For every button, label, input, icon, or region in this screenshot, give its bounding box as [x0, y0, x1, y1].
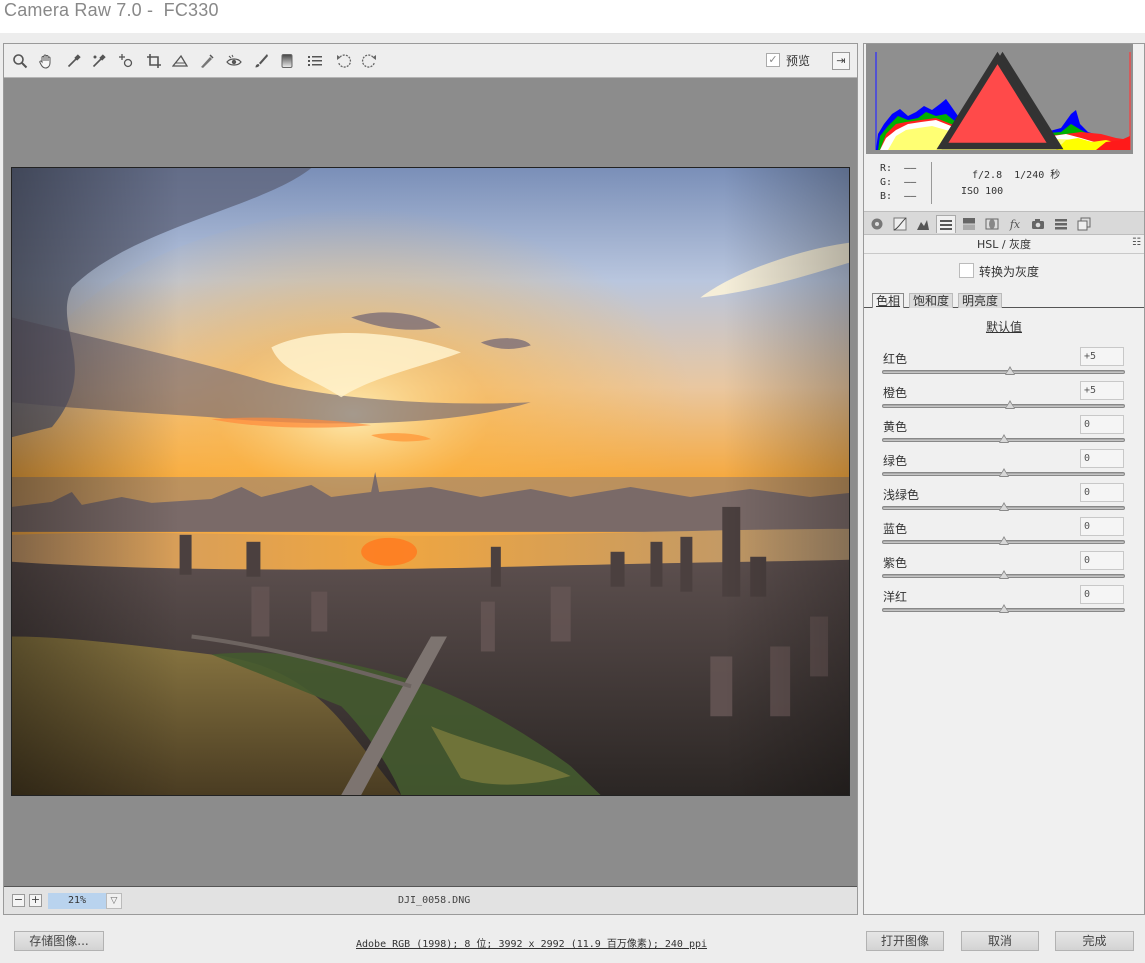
camera-calibration-tab-icon[interactable]	[1028, 215, 1048, 233]
white-balance-tool-icon[interactable]	[65, 52, 83, 70]
panel-title: HSL / 灰度	[976, 238, 1032, 251]
slider-thumb[interactable]	[998, 434, 1009, 443]
camera-info: R: —— G: —— B: —— f/2.8 1/240 秒 ISO 100	[864, 156, 1144, 211]
r-readout: R: ——	[880, 163, 917, 174]
slider-thumb[interactable]	[998, 468, 1009, 477]
hsl-tab-icon[interactable]	[936, 215, 956, 233]
slider-label: 绿色	[883, 454, 908, 468]
slider-thumb[interactable]	[1004, 366, 1015, 375]
slider-value-field[interactable]: +5	[1080, 381, 1124, 400]
hue-slider-row: 橙色 +5	[864, 381, 1144, 418]
zoom-tool-icon[interactable]	[11, 52, 29, 70]
highlight-clipping-warning-icon[interactable]	[864, 47, 1131, 157]
histogram	[866, 44, 1133, 154]
b-readout: B: ——	[880, 191, 917, 202]
zoom-in-button[interactable]: +	[29, 894, 42, 907]
slider-label: 浅绿色	[883, 488, 920, 502]
slider-track[interactable]	[882, 370, 1125, 374]
zoom-dropdown-chevron-icon[interactable]: ▽	[106, 893, 122, 909]
tone-curve-tab-icon[interactable]	[890, 215, 910, 233]
presets-tab-icon[interactable]	[1051, 215, 1071, 233]
rotate-cw-icon[interactable]	[360, 52, 378, 70]
tool-bar: ✓ 预览 ⇥	[4, 44, 857, 78]
open-image-button[interactable]: 打开图像	[866, 931, 944, 951]
workflow-options-link[interactable]: Adobe RGB (1998); 8 位; 3992 x 2992 (11.9…	[356, 935, 707, 950]
slider-thumb[interactable]	[998, 502, 1009, 511]
iso-value: ISO 100	[961, 186, 1004, 197]
detail-tab-icon[interactable]	[913, 215, 933, 233]
slider-value-field[interactable]: 0	[1080, 517, 1124, 536]
photo-preview	[11, 167, 850, 796]
basic-panel-tab-icon[interactable]	[867, 215, 887, 233]
fullscreen-toggle-icon[interactable]: ⇥	[832, 52, 850, 70]
info-divider	[931, 162, 932, 204]
title-bar: Camera Raw 7.0 - FC330	[0, 0, 1145, 33]
default-values-link[interactable]: 默认值	[864, 318, 1144, 335]
slider-label: 黄色	[883, 420, 908, 434]
slider-thumb[interactable]	[998, 536, 1009, 545]
save-image-button[interactable]: 存储图像...	[14, 931, 104, 951]
slider-value-field[interactable]: 0	[1080, 551, 1124, 570]
spot-removal-tool-icon[interactable]	[198, 52, 216, 70]
targeted-adjustment-tool-icon[interactable]	[117, 52, 135, 70]
lens-corrections-tab-icon[interactable]	[982, 215, 1002, 233]
slider-label: 洋红	[883, 590, 908, 604]
slider-label: 红色	[883, 352, 908, 366]
panel-divider	[864, 253, 1144, 254]
hue-slider-row: 黄色 0	[864, 415, 1144, 452]
slider-thumb[interactable]	[1004, 400, 1015, 409]
hue-slider-row: 绿色 0	[864, 449, 1144, 486]
preview-pane: ✓ 预览 ⇥ − + 21% ▽ DJI_0058.DNG	[3, 43, 858, 915]
slider-value-field[interactable]: 0	[1080, 483, 1124, 502]
crop-tool-icon[interactable]	[145, 52, 163, 70]
snapshots-tab-icon[interactable]	[1074, 215, 1094, 233]
red-eye-tool-icon[interactable]	[225, 52, 243, 70]
hsl-subtabs: 色相 饱和度 明亮度	[864, 293, 1144, 308]
g-readout: G: ——	[880, 177, 917, 188]
graduated-filter-icon[interactable]	[278, 52, 296, 70]
slider-thumb[interactable]	[998, 604, 1009, 613]
convert-grayscale-checkbox[interactable]	[959, 263, 974, 278]
hand-tool-icon[interactable]	[37, 52, 55, 70]
hue-slider-row: 蓝色 0	[864, 517, 1144, 554]
convert-grayscale-label: 转换为灰度	[979, 265, 1040, 279]
status-bar: − + 21% ▽ DJI_0058.DNG	[4, 886, 857, 914]
slider-thumb[interactable]	[998, 570, 1009, 579]
slider-value-field[interactable]: +5	[1080, 347, 1124, 366]
slider-value-field[interactable]: 0	[1080, 415, 1124, 434]
panel-menu-icon[interactable]: ☷	[1132, 237, 1141, 248]
slider-value-field[interactable]: 0	[1080, 449, 1124, 468]
zoom-level-field[interactable]: 21%	[48, 893, 106, 909]
adjustment-brush-icon[interactable]	[252, 52, 270, 70]
hue-slider-row: 紫色 0	[864, 551, 1144, 588]
cancel-button[interactable]: 取消	[961, 931, 1039, 951]
split-toning-tab-icon[interactable]	[959, 215, 979, 233]
aperture-shutter: f/2.8 1/240 秒	[972, 170, 1061, 181]
adjustment-panel: R: —— G: —— B: —— f/2.8 1/240 秒 ISO 100 …	[863, 43, 1145, 915]
slider-value-field[interactable]: 0	[1080, 585, 1124, 604]
panel-tab-bar: fx	[864, 211, 1144, 235]
file-name: DJI_0058.DNG	[398, 895, 471, 906]
rotate-ccw-icon[interactable]	[335, 52, 353, 70]
tab-hue[interactable]: 色相	[872, 293, 905, 308]
done-button[interactable]: 完成	[1055, 931, 1134, 951]
window-title: Camera Raw 7.0 - FC330	[4, 0, 219, 20]
color-sampler-tool-icon[interactable]	[90, 52, 108, 70]
slider-label: 紫色	[883, 556, 908, 570]
slider-label: 蓝色	[883, 522, 908, 536]
tab-luminance[interactable]: 明亮度	[958, 293, 1003, 308]
image-canvas[interactable]	[4, 78, 857, 886]
tab-saturation[interactable]: 饱和度	[909, 293, 954, 308]
slider-track[interactable]	[882, 404, 1125, 408]
effects-fx-tab-icon[interactable]: fx	[1005, 215, 1025, 233]
preview-label: 预览	[786, 54, 811, 68]
straighten-tool-icon[interactable]	[171, 52, 189, 70]
preview-checkbox[interactable]: ✓	[766, 53, 780, 67]
slider-label: 橙色	[883, 386, 908, 400]
hue-slider-row: 浅绿色 0	[864, 483, 1144, 520]
hue-slider-row: 洋红 0	[864, 585, 1144, 622]
hue-slider-row: 红色 +5	[864, 347, 1144, 384]
preferences-icon[interactable]	[306, 52, 324, 70]
zoom-out-button[interactable]: −	[12, 894, 25, 907]
